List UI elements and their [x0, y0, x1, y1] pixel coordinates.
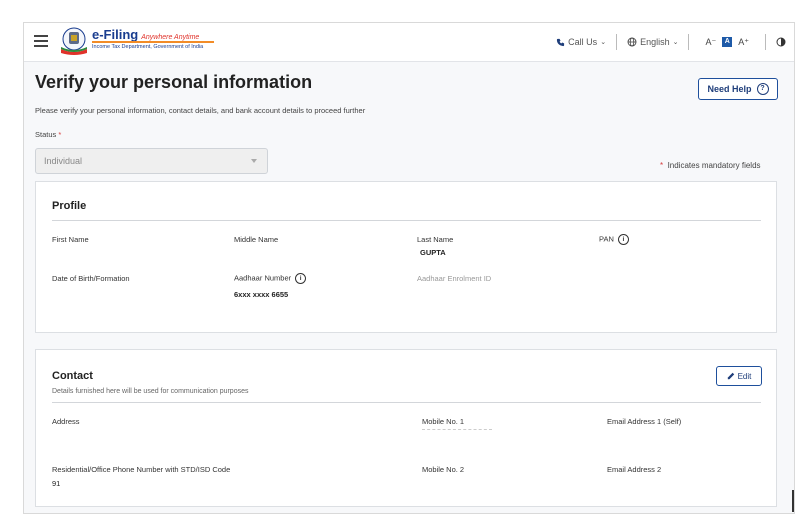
first-name-label: First Name: [52, 235, 89, 244]
phone-label: Residential/Office Phone Number with STD…: [52, 465, 231, 474]
mobile-2-label: Mobile No. 2: [422, 465, 465, 474]
chevron-down-icon: ⌄: [672, 39, 679, 46]
menu-icon[interactable]: [34, 35, 48, 47]
caret-down-icon: [251, 159, 257, 163]
page-title: Verify your personal information: [35, 72, 313, 92]
phone-value: 91: [52, 479, 61, 488]
edit-label: Edit: [737, 371, 752, 381]
email-2-label: Email Address 2: [607, 465, 662, 474]
globe-icon: [627, 37, 637, 47]
profile-card: Profile First Name Middle Name Last Name…: [35, 181, 777, 333]
info-icon[interactable]: i: [617, 234, 629, 245]
mandatory-note: * Indicates mandatory fields: [660, 161, 761, 170]
logo-tagline: Anywhere Anytime: [141, 34, 200, 41]
status-select[interactable]: Individual: [35, 148, 268, 174]
logo-title[interactable]: e-Filing Anywhere Anytime: [92, 27, 199, 42]
dob-label: Date of Birth/Formation: [52, 274, 130, 283]
call-us-label: Call Us: [568, 37, 598, 47]
aadhaar-label: Aadhaar Number i: [234, 273, 307, 284]
logo-subtitle: Income Tax Department, Government of Ind…: [92, 44, 204, 50]
last-name-label: Last Name: [417, 235, 454, 244]
page-subtitle: Please verify your personal information,…: [35, 106, 366, 115]
emblem-logo-icon: [61, 27, 87, 55]
divider: [688, 34, 690, 50]
language-dropdown[interactable]: English ⌄: [627, 37, 678, 47]
call-us-dropdown[interactable]: Call Us ⌄: [556, 37, 606, 47]
profile-title: Profile: [52, 200, 87, 212]
last-name-value: GUPTA: [420, 248, 446, 257]
pan-label: PAN i: [599, 234, 629, 245]
required-star: *: [660, 161, 664, 170]
address-label: Address: [52, 417, 80, 426]
top-right-controls: Call Us ⌄ English ⌄ A⁻ A A⁺: [556, 34, 786, 50]
language-label: English: [640, 37, 670, 47]
aadhaar-value: 6xxx xxxx 6655: [234, 290, 289, 299]
font-normal-button[interactable]: A: [722, 37, 733, 47]
phone-icon: [557, 38, 565, 46]
window-edge: [792, 490, 794, 512]
divider: [52, 220, 761, 221]
middle-name-label: Middle Name: [234, 235, 279, 244]
browser-viewport: e-Filing Anywhere Anytime Income Tax Depa…: [23, 22, 795, 514]
contact-card: Contact Details furnished here will be u…: [35, 349, 777, 507]
edit-contact-button[interactable]: Edit: [716, 366, 762, 386]
logo-underline: [92, 41, 214, 43]
contrast-icon[interactable]: [776, 37, 786, 47]
font-decrease-button[interactable]: A⁻: [705, 37, 716, 48]
question-icon: ?: [756, 83, 769, 95]
contact-description: Details furnished here will be used for …: [52, 388, 249, 395]
mobile-1-underline: [422, 429, 492, 431]
top-navigation-bar: e-Filing Anywhere Anytime Income Tax Depa…: [24, 23, 794, 62]
need-help-button[interactable]: Need Help ?: [698, 78, 778, 100]
info-icon[interactable]: i: [295, 273, 307, 284]
font-increase-button[interactable]: A⁺: [738, 37, 749, 48]
status-label: Status *: [35, 130, 62, 139]
divider: [765, 34, 766, 50]
enrolment-id-label: Aadhaar Enrolment ID: [417, 274, 492, 283]
need-help-label: Need Help: [707, 84, 752, 94]
pencil-icon: [727, 372, 734, 380]
mobile-1-label: Mobile No. 1: [422, 417, 465, 426]
chevron-down-icon: ⌄: [600, 39, 607, 46]
contact-title: Contact: [52, 370, 93, 382]
required-star: *: [58, 130, 62, 139]
divider: [616, 34, 618, 50]
email-1-label: Email Address 1 (Self): [607, 417, 682, 426]
status-value: Individual: [44, 156, 83, 166]
divider: [52, 402, 761, 403]
